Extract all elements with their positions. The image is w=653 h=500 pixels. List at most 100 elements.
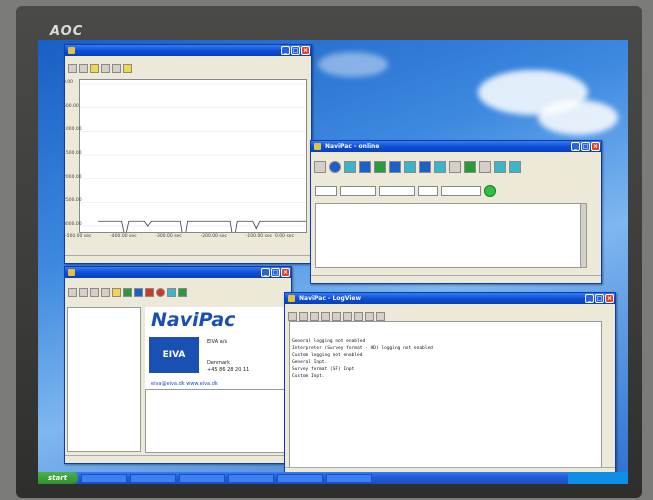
- status-bar: [65, 455, 291, 463]
- monitor-icon[interactable]: [509, 161, 521, 173]
- maximize-button[interactable]: □: [595, 294, 604, 303]
- maximize-button[interactable]: □: [581, 142, 590, 151]
- document-icon[interactable]: [449, 161, 461, 173]
- navigation-tree[interactable]: [67, 307, 141, 452]
- x-tick-label: 0.00 sec: [275, 234, 295, 239]
- grid-icon[interactable]: [123, 287, 132, 297]
- taskbar-item[interactable]: [277, 473, 323, 483]
- status-bar: [65, 255, 311, 263]
- navipac-window-titlebar[interactable]: _ □ ×: [65, 267, 291, 278]
- toolbar: [311, 158, 601, 176]
- chart-icon[interactable]: [464, 161, 476, 173]
- status-bar: [311, 275, 601, 283]
- system-tray-clock[interactable]: [568, 472, 628, 484]
- cloud-decoration: [538, 100, 618, 135]
- minimize-button[interactable]: _: [571, 142, 580, 151]
- copy-icon[interactable]: [310, 311, 319, 321]
- window-title: NaviPac - online: [325, 143, 380, 150]
- highlight-icon[interactable]: [123, 63, 132, 73]
- window-icon[interactable]: [479, 161, 491, 173]
- display-icon[interactable]: [167, 287, 176, 297]
- settings-icon[interactable]: [112, 287, 121, 297]
- close-button[interactable]: ×: [281, 268, 290, 277]
- print-icon[interactable]: [299, 311, 308, 321]
- settings-icon[interactable]: [376, 311, 385, 321]
- stop-icon[interactable]: [156, 287, 165, 297]
- save-icon[interactable]: [314, 161, 326, 173]
- x-tick-label: -400.00 sec: [110, 234, 137, 239]
- y-tick-label: 0.00: [64, 80, 74, 85]
- print-icon[interactable]: [79, 63, 88, 73]
- y-tick-label: 500.00: [64, 103, 79, 109]
- vessel-icon[interactable]: [419, 161, 431, 173]
- minimize-button[interactable]: _: [585, 294, 594, 303]
- alarm-message-list[interactable]: [315, 203, 587, 268]
- open-icon[interactable]: [79, 287, 88, 297]
- taskbar-item[interactable]: [179, 473, 225, 483]
- save-icon[interactable]: [68, 63, 77, 73]
- depth-window-titlebar[interactable]: _ □ ×: [65, 45, 311, 56]
- grid-icon[interactable]: [374, 161, 386, 173]
- log-text-area[interactable]: General logging not enabled Interpreter (…: [289, 321, 602, 471]
- field: [340, 186, 376, 196]
- scrollbar[interactable]: [580, 204, 586, 267]
- log-icon[interactable]: [434, 161, 446, 173]
- taskbar-item[interactable]: [326, 473, 372, 483]
- settings-icon[interactable]: [90, 63, 99, 73]
- depth-line-chart: [80, 83, 306, 246]
- arrow-left-icon[interactable]: [343, 311, 352, 321]
- logview-window-titlebar[interactable]: NaviPac - LogView _ □ ×: [285, 293, 615, 304]
- save-icon[interactable]: [90, 287, 99, 297]
- y-tick-label: 1500.00: [64, 151, 82, 156]
- online-window: NaviPac - online _ □ ×: [310, 140, 602, 284]
- globe-icon[interactable]: [329, 161, 341, 173]
- new-icon[interactable]: [68, 287, 77, 297]
- company-address: EIVA a/s Denmark +45 86 28 20 11: [207, 339, 250, 373]
- app-icon: [288, 295, 295, 302]
- pause-icon[interactable]: [365, 311, 374, 321]
- x-tick-label: -300.00 sec: [155, 234, 182, 239]
- taskbar-item[interactable]: [228, 473, 274, 483]
- save-icon[interactable]: [288, 311, 297, 321]
- online-window-titlebar[interactable]: NaviPac - online _ □ ×: [311, 141, 601, 152]
- close-button[interactable]: ×: [301, 46, 310, 55]
- alarm-icon[interactable]: [145, 287, 154, 297]
- track-icon[interactable]: [389, 161, 401, 173]
- filter-icon[interactable]: [321, 311, 330, 321]
- depth-chart-window: _ □ × 0.00 500.00 1000.00 1500.00 2000.00 2500.…: [64, 44, 312, 264]
- y-tick-label: 1000.00: [64, 127, 82, 133]
- field: [315, 186, 337, 196]
- helm-icon[interactable]: [404, 161, 416, 173]
- display-icon[interactable]: [494, 161, 506, 173]
- print-icon[interactable]: [101, 287, 110, 297]
- message-list[interactable]: [145, 389, 285, 453]
- zoom-icon[interactable]: [101, 63, 110, 73]
- eiva-logo: EIVA: [149, 337, 199, 373]
- taskbar-item[interactable]: [130, 473, 176, 483]
- waypoint-icon[interactable]: [359, 161, 371, 173]
- arrow-right-icon[interactable]: [354, 311, 363, 321]
- taskbar: start: [38, 472, 628, 484]
- window-title: NaviPac - LogView: [299, 295, 361, 302]
- field: [418, 186, 438, 196]
- app-icon: [68, 47, 75, 54]
- close-button[interactable]: ×: [605, 294, 614, 303]
- pan-icon[interactable]: [112, 63, 121, 73]
- y-tick-label: 2500.00: [64, 198, 82, 204]
- clear-icon[interactable]: [332, 311, 341, 321]
- compass-icon[interactable]: [344, 161, 356, 173]
- product-name: NaviPac: [151, 309, 236, 331]
- close-button[interactable]: ×: [591, 142, 600, 151]
- start-button[interactable]: start: [38, 472, 78, 484]
- desktop-screen: _ □ × 0.00 500.00 1000.00 1500.00 2000.00 2500.…: [38, 40, 628, 484]
- depth-plot-area[interactable]: [79, 79, 307, 246]
- navipac-info-window: _ □ × NaviPac EIVA EIVA a/s Denmark +45 …: [64, 266, 292, 464]
- taskbar-item[interactable]: [81, 473, 127, 483]
- minimize-button[interactable]: _: [261, 268, 270, 277]
- log-icon[interactable]: [178, 287, 187, 297]
- maximize-button[interactable]: □: [291, 46, 300, 55]
- minimize-button[interactable]: _: [281, 46, 290, 55]
- contact-links[interactable]: eiva@eiva.dk www.eiva.dk: [151, 381, 218, 387]
- maximize-button[interactable]: □: [271, 268, 280, 277]
- chart-icon[interactable]: [134, 287, 143, 297]
